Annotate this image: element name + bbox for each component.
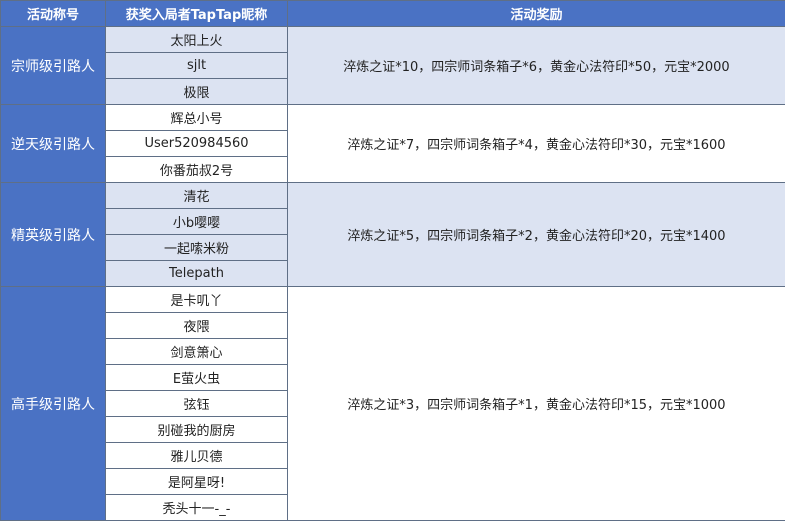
group-reward: 淬炼之证*3，四宗师词条箱子*1，黄金心法符印*15，元宝*1000	[287, 286, 785, 521]
group-reward: 淬炼之证*10，四宗师词条箱子*6，黄金心法符印*50，元宝*2000	[287, 26, 785, 105]
winner-name: 一起嗦米粉	[105, 234, 288, 261]
group-reward: 淬炼之证*5，四宗师词条箱子*2，黄金心法符印*20，元宝*1400	[287, 182, 785, 287]
winner-name: 是卡叽丫	[105, 286, 288, 313]
winner-name: 小b嘤嘤	[105, 208, 288, 235]
winner-name: 清花	[105, 182, 288, 209]
winner-name: 雅儿贝德	[105, 442, 288, 469]
header-row: 活动称号 获奖入局者TapTap昵称 活动奖励	[0, 0, 785, 27]
header-nickname: 获奖入局者TapTap昵称	[105, 0, 288, 27]
group-reward: 淬炼之证*7，四宗师词条箱子*4，黄金心法符印*30，元宝*1600	[287, 104, 785, 183]
table-row: 精英级引路人 清花 淬炼之证*5，四宗师词条箱子*2，黄金心法符印*20，元宝*…	[0, 182, 785, 287]
winner-name: sjlt	[105, 52, 288, 79]
group-title: 逆天级引路人	[0, 104, 106, 183]
group-title: 精英级引路人	[0, 182, 106, 287]
winner-name: 是阿星呀!	[105, 468, 288, 495]
winner-name: 别碰我的厨房	[105, 416, 288, 443]
winner-name: User520984560	[105, 130, 288, 157]
winner-name: 辉总小号	[105, 104, 288, 131]
header-reward: 活动奖励	[287, 0, 785, 27]
winner-name: 你番茄叔2号	[105, 156, 288, 183]
group-title: 高手级引路人	[0, 286, 106, 521]
group-title: 宗师级引路人	[0, 26, 106, 105]
winner-name: 极限	[105, 78, 288, 105]
winner-name: 弦钰	[105, 390, 288, 417]
winner-name: 夜隈	[105, 312, 288, 339]
winner-name: 太阳上火	[105, 26, 288, 53]
table-row: 宗师级引路人 太阳上火 淬炼之证*10，四宗师词条箱子*6，黄金心法符印*50，…	[0, 26, 785, 105]
winner-name: Telepath	[105, 260, 288, 287]
table-row: 逆天级引路人 辉总小号 淬炼之证*7，四宗师词条箱子*4，黄金心法符印*30，元…	[0, 104, 785, 183]
header-title: 活动称号	[0, 0, 106, 27]
rewards-table: 活动称号 获奖入局者TapTap昵称 活动奖励 宗师级引路人 太阳上火 淬炼之证…	[0, 0, 785, 521]
table-row: 高手级引路人 是卡叽丫 淬炼之证*3，四宗师词条箱子*1，黄金心法符印*15，元…	[0, 286, 785, 521]
winner-name: 秃头十一-_-	[105, 494, 288, 521]
winner-name: E萤火虫	[105, 364, 288, 391]
winner-name: 剑意箫心	[105, 338, 288, 365]
